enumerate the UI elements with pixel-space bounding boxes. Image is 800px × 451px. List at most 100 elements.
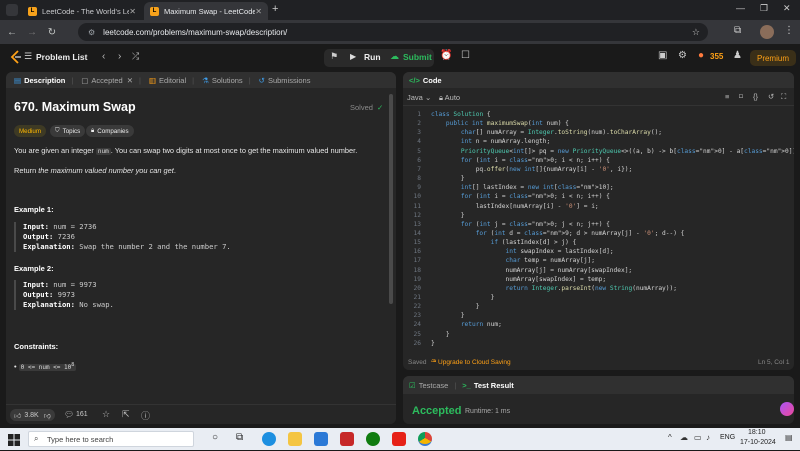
- minimize-icon[interactable]: —: [736, 3, 745, 13]
- tab-testcase[interactable]: ☑ Testcase: [409, 381, 448, 390]
- code-line[interactable]: 6 for (int i = class="nm">0; i < n; i++)…: [403, 156, 794, 165]
- youtube-icon[interactable]: [392, 432, 406, 446]
- topics-chip[interactable]: ⛉ Topics: [50, 125, 86, 137]
- tab-test-result[interactable]: >_ Test Result: [462, 381, 513, 390]
- fullscreen-icon[interactable]: ⛶: [781, 92, 786, 102]
- problem-list-icon[interactable]: ☰: [24, 51, 32, 62]
- code-line[interactable]: 25 }: [403, 330, 794, 339]
- language-select[interactable]: Java ⌄: [407, 93, 431, 102]
- braces-icon[interactable]: {}: [753, 92, 758, 101]
- code-line[interactable]: 14 for (int d = class="nm">9; d > numArr…: [403, 229, 794, 238]
- close-accepted-tab-icon[interactable]: ✕: [127, 76, 133, 85]
- code-line[interactable]: 11 lastIndex[numArray[i] - '0'] = i;: [403, 202, 794, 211]
- submit-button[interactable]: Submit: [403, 52, 432, 62]
- code-line[interactable]: 18 numArray[j] = numArray[swapIndex];: [403, 266, 794, 275]
- cloud-upgrade-link[interactable]: ⛅︎ Upgrade to Cloud Saving: [431, 359, 511, 367]
- code-line[interactable]: 16 int swapIndex = lastIndex[d];: [403, 247, 794, 256]
- cortana-icon[interactable]: ○: [212, 432, 218, 443]
- code-line[interactable]: 22 }: [403, 302, 794, 311]
- restore-icon[interactable]: ❐: [760, 3, 768, 14]
- user-avatar-icon[interactable]: ♟: [733, 50, 742, 61]
- tab-search-button[interactable]: [6, 4, 18, 16]
- code-line[interactable]: 24 return num;: [403, 320, 794, 329]
- like-button[interactable]: 👍︎ 3.8K 👎︎: [10, 409, 55, 421]
- forward-arrow-icon[interactable]: →: [24, 27, 40, 38]
- reload-icon[interactable]: ↻: [44, 27, 60, 38]
- timer-icon[interactable]: ⏰: [440, 50, 452, 61]
- close-tab-icon[interactable]: ✕: [255, 7, 262, 16]
- close-tab-icon[interactable]: ✕: [129, 7, 136, 16]
- layout-icon[interactable]: ▣: [658, 50, 667, 61]
- file-explorer-icon[interactable]: [288, 432, 302, 446]
- site-info-icon[interactable]: ⚙: [88, 28, 95, 37]
- notes-icon[interactable]: ☐: [461, 50, 470, 61]
- browser-tab-leetcode-home[interactable]: L LeetCode - The World's Leadi ✕: [22, 2, 142, 20]
- code-line[interactable]: 3 char[] numArray = Integer.toString(num…: [403, 128, 794, 137]
- auto-mode-toggle[interactable]: 🔒︎ Auto: [439, 93, 460, 103]
- code-line[interactable]: 23 }: [403, 311, 794, 320]
- comment-icon[interactable]: 💬︎: [64, 410, 74, 419]
- task-view-icon[interactable]: ⧉: [236, 432, 243, 443]
- favorite-star-icon[interactable]: ☆: [102, 409, 110, 420]
- edge-icon[interactable]: [262, 432, 276, 446]
- prev-problem-icon[interactable]: ‹: [102, 51, 105, 62]
- shuffle-icon[interactable]: ⤮: [132, 51, 139, 62]
- cloud-tray-icon[interactable]: ☁: [680, 433, 688, 442]
- extensions-icon[interactable]: ⧉: [734, 25, 741, 36]
- bookmark-star-icon[interactable]: ☆: [692, 27, 700, 38]
- code-line[interactable]: 15 if (lastIndex[d] > j) {: [403, 238, 794, 247]
- taskbar-search-input[interactable]: ⌕ Type here to search: [28, 431, 194, 447]
- volume-icon[interactable]: ♪: [706, 433, 710, 442]
- code-line[interactable]: 1 class Solution {: [403, 110, 794, 119]
- code-line[interactable]: 20 return Integer.parseInt(new String(nu…: [403, 284, 794, 293]
- address-bar[interactable]: ⚙ leetcode.com/problems/maximum-swap/des…: [78, 23, 708, 41]
- bookmark-icon[interactable]: ⌑: [739, 92, 743, 101]
- back-arrow-icon[interactable]: ←: [4, 27, 20, 38]
- code-tab-title[interactable]: Code: [423, 76, 442, 85]
- code-line[interactable]: 4 int n = numArray.length;: [403, 137, 794, 146]
- close-window-icon[interactable]: ✕: [783, 3, 791, 14]
- tab-accepted[interactable]: ▢ Accepted ✕: [81, 76, 133, 85]
- next-problem-icon[interactable]: ›: [118, 51, 121, 62]
- tray-chevron-icon[interactable]: ^: [668, 433, 672, 442]
- code-line[interactable]: 21 }: [403, 293, 794, 302]
- new-tab-button[interactable]: +: [272, 3, 278, 15]
- red-app-icon[interactable]: [340, 432, 354, 446]
- assistant-fab[interactable]: [780, 402, 794, 416]
- thumbs-down-icon[interactable]: 👎︎: [44, 411, 51, 420]
- mail-icon[interactable]: [314, 432, 328, 446]
- format-icon[interactable]: ≡: [725, 92, 729, 101]
- profile-avatar[interactable]: [760, 25, 774, 39]
- code-line[interactable]: 19 numArray[swapIndex] = temp;: [403, 275, 794, 284]
- reset-icon[interactable]: ↺: [768, 92, 774, 101]
- code-line[interactable]: 5 PriorityQueue<int[]> pq = new Priority…: [403, 147, 794, 156]
- help-icon[interactable]: ⓘ: [141, 409, 150, 422]
- comments-count[interactable]: 161: [76, 411, 88, 418]
- code-line[interactable]: 9 int[] lastIndex = new int[class="nm">1…: [403, 183, 794, 192]
- run-button[interactable]: Run: [364, 52, 381, 62]
- tab-editorial[interactable]: ▥ Editorial: [149, 76, 186, 85]
- code-line[interactable]: 13 for (int j = class="nm">0; j < n; j++…: [403, 220, 794, 229]
- difficulty-badge[interactable]: Medium: [14, 125, 47, 137]
- clock-date[interactable]: 17-10-2024: [740, 439, 776, 446]
- tab-solutions[interactable]: ⚗ Solutions: [202, 76, 243, 85]
- language-indicator[interactable]: ENG: [720, 434, 735, 441]
- code-editor[interactable]: 1 class Solution {2 public int maximumSwa…: [403, 110, 794, 350]
- code-line[interactable]: 10 for (int i = class="nm">0; i < n; i++…: [403, 192, 794, 201]
- leetcode-logo-icon[interactable]: [10, 50, 24, 66]
- code-line[interactable]: 26}: [403, 339, 794, 348]
- share-icon[interactable]: ⇱: [122, 409, 130, 420]
- clock-time[interactable]: 18:10: [748, 429, 766, 436]
- chrome-icon[interactable]: [418, 432, 432, 446]
- code-line[interactable]: 7 pq.offer(new int[]{numArray[i] - '0', …: [403, 165, 794, 174]
- browser-tab-maximum-swap[interactable]: L Maximum Swap - LeetCode ✕: [144, 2, 268, 20]
- companies-chip[interactable]: 🔒︎ Companies: [86, 125, 134, 137]
- network-icon[interactable]: ▭: [694, 433, 702, 442]
- settings-gear-icon[interactable]: ⚙: [678, 50, 687, 61]
- code-line[interactable]: 17 char temp = numArray[j];: [403, 256, 794, 265]
- streak-count[interactable]: 355: [710, 52, 723, 61]
- notification-icon[interactable]: ▤: [785, 433, 793, 442]
- browser-menu-icon[interactable]: ⋮: [784, 25, 794, 36]
- xbox-icon[interactable]: [366, 432, 380, 446]
- windows-start-icon[interactable]: [8, 433, 20, 446]
